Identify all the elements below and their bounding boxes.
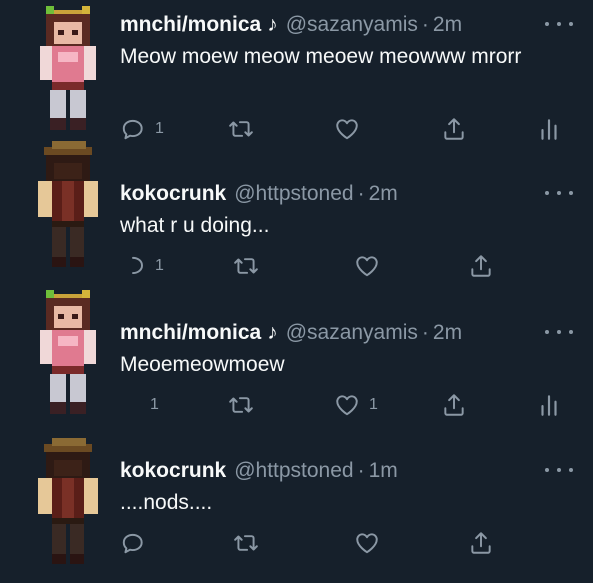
separator-dot: ·	[421, 13, 429, 36]
heart-icon	[334, 116, 360, 142]
action-bar: 1	[120, 251, 580, 281]
display-name[interactable]: mnchi/monica	[120, 320, 261, 346]
retweet-icon	[233, 253, 259, 279]
display-name[interactable]: kokocrunk	[120, 458, 226, 484]
reply-icon	[120, 253, 146, 279]
reply-count: 1	[155, 257, 164, 274]
separator-dot: ·	[421, 321, 429, 344]
reply-button[interactable]: 1	[120, 114, 164, 144]
share-icon	[468, 253, 494, 279]
tweet-feed: mnchi/monica ♪ @sazanyamis · 2m Meow moe…	[0, 0, 593, 583]
retweet-icon	[228, 392, 254, 418]
username[interactable]: @sazanyamis	[286, 320, 418, 346]
like-button[interactable]: 1	[334, 390, 378, 420]
action-bar: 1	[120, 114, 580, 144]
share-button[interactable]	[441, 390, 467, 420]
username[interactable]: @httpstoned	[234, 181, 353, 207]
tweet-text: what r u doing...	[120, 214, 270, 237]
reply-button[interactable]: 1	[150, 390, 159, 420]
avatar[interactable]	[32, 290, 104, 420]
share-icon	[441, 392, 467, 418]
share-button[interactable]	[441, 114, 467, 144]
tweet-header: kokocrunk @httpstoned · 2m	[120, 181, 398, 207]
tweet-text: ....nods....	[120, 491, 213, 514]
avatar[interactable]	[32, 139, 104, 269]
timestamp[interactable]: 1m	[369, 458, 398, 484]
display-name[interactable]: kokocrunk	[120, 181, 226, 207]
avatar[interactable]	[32, 6, 104, 136]
share-icon	[468, 530, 494, 556]
reply-icon	[120, 530, 146, 556]
action-bar	[120, 528, 580, 558]
reply-icon	[120, 116, 146, 142]
share-icon	[441, 116, 467, 142]
timestamp[interactable]: 2m	[433, 320, 462, 346]
more-options-icon[interactable]	[545, 187, 573, 199]
tweet-text: Meoemeowmoew	[120, 353, 285, 376]
retweet-button[interactable]	[228, 390, 254, 420]
retweet-button[interactable]	[233, 251, 259, 281]
heart-icon	[354, 530, 380, 556]
like-count: 1	[369, 396, 378, 413]
tweet-header: mnchi/monica ♪ @sazanyamis · 2m	[120, 12, 462, 38]
reply-button[interactable]	[120, 528, 155, 558]
timestamp[interactable]: 2m	[369, 181, 398, 207]
reply-count: 1	[150, 396, 159, 413]
avatar[interactable]	[32, 436, 104, 566]
like-button[interactable]	[334, 114, 369, 144]
timestamp[interactable]: 2m	[433, 12, 462, 38]
like-button[interactable]	[354, 251, 389, 281]
heart-icon	[334, 392, 360, 418]
retweet-icon	[228, 116, 254, 142]
analytics-icon	[536, 392, 562, 418]
reply-button[interactable]: 1	[120, 251, 164, 281]
name-emoji: ♪	[267, 13, 278, 36]
retweet-button[interactable]	[233, 528, 259, 558]
separator-dot: ·	[357, 459, 365, 482]
analytics-button[interactable]	[536, 390, 562, 420]
heart-icon	[354, 253, 380, 279]
analytics-button[interactable]	[536, 114, 562, 144]
display-name[interactable]: mnchi/monica	[120, 12, 261, 38]
share-button[interactable]	[468, 528, 494, 558]
retweet-icon	[233, 530, 259, 556]
more-options-icon[interactable]	[545, 464, 573, 476]
more-options-icon[interactable]	[545, 18, 573, 30]
analytics-icon	[536, 116, 562, 142]
share-button[interactable]	[468, 251, 494, 281]
username[interactable]: @sazanyamis	[286, 12, 418, 38]
like-button[interactable]	[354, 528, 389, 558]
tweet-header: kokocrunk @httpstoned · 1m	[120, 458, 398, 484]
more-options-icon[interactable]	[545, 326, 573, 338]
username[interactable]: @httpstoned	[234, 458, 353, 484]
action-bar: 1 1	[120, 390, 580, 420]
tweet-header: mnchi/monica ♪ @sazanyamis · 2m	[120, 320, 462, 346]
separator-dot: ·	[357, 182, 365, 205]
reply-count: 1	[155, 120, 164, 137]
name-emoji: ♪	[267, 321, 278, 344]
tweet-text: Meow moew meow meoew meowww mrorr	[120, 45, 522, 68]
retweet-button[interactable]	[228, 114, 254, 144]
